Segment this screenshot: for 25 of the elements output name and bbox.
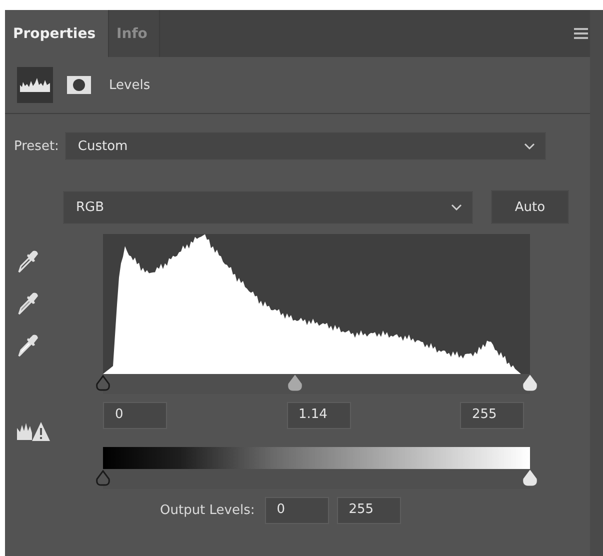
input-level-field[interactable]: 0 [103,402,167,429]
eyedropper-icon[interactable] [17,250,39,274]
clipping-warning-icon[interactable] [17,420,51,442]
chevron-down-icon [451,204,462,210]
input-level-field[interactable]: 1.14 [286,402,350,429]
slider-thumb[interactable] [95,470,111,486]
preset-label: Preset: [14,138,59,154]
histogram-icon [20,78,50,92]
mask-icon [67,76,91,94]
channel-dropdown[interactable]: RGB [63,190,473,224]
output-level-field[interactable]: 255 [336,497,401,524]
auto-button[interactable]: Auto [491,190,569,224]
menu-icon[interactable] [574,28,588,39]
slider-thumb[interactable] [287,375,304,391]
input-level-field[interactable]: 255 [460,402,524,429]
eyedropper-icon[interactable] [17,334,39,358]
levels-mode-button[interactable] [17,67,53,103]
panel-tab[interactable]: Properties [5,10,109,57]
slider-thumb[interactable] [95,375,111,391]
adjustment-title: Levels [109,78,150,92]
preset-dropdown[interactable]: Custom [64,132,546,160]
chevron-down-icon [524,142,535,150]
output-levels-label: Output Levels: [160,503,255,518]
output-level-field[interactable]: 0 [264,497,329,524]
eyedropper-icon[interactable] [17,292,39,316]
